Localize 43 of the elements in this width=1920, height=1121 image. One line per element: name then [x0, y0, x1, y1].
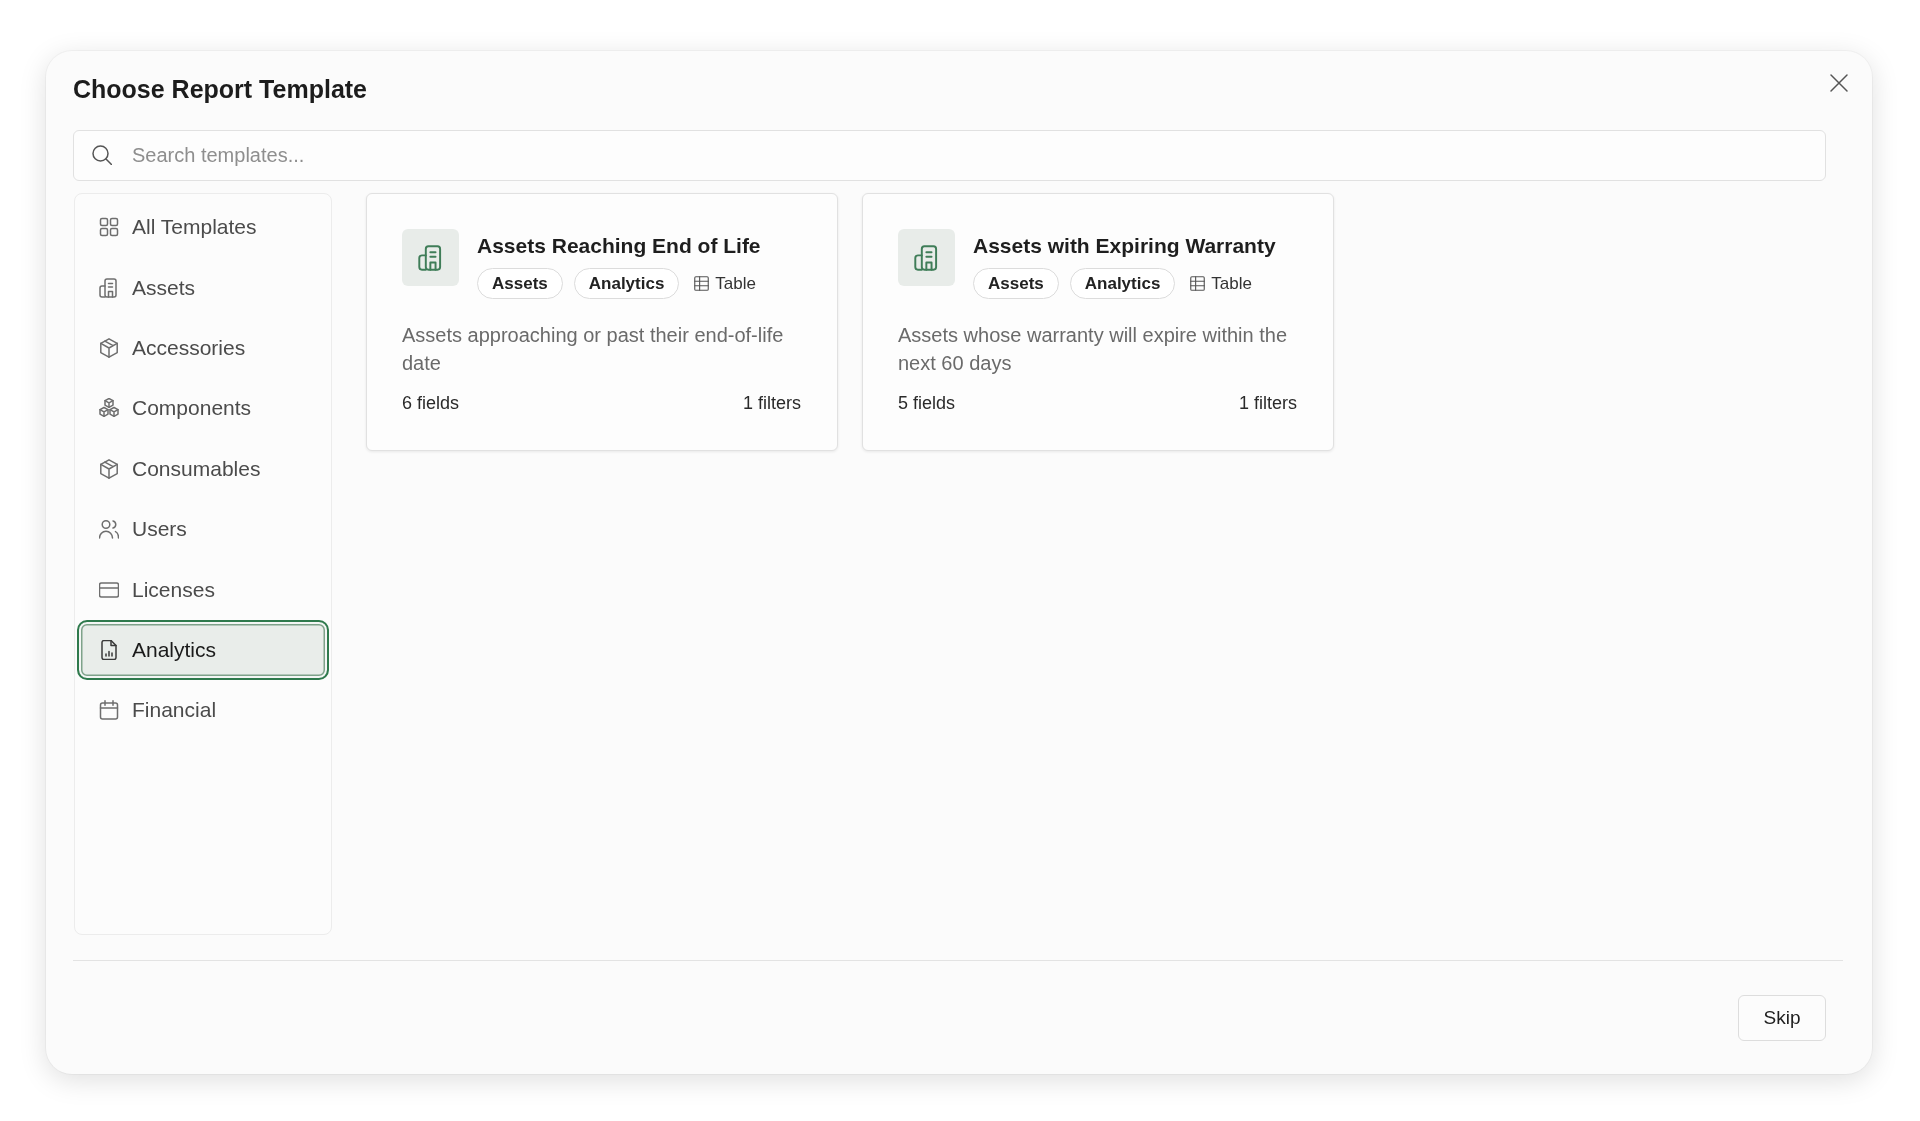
box-icon	[99, 458, 119, 479]
skip-button[interactable]: Skip	[1738, 995, 1826, 1041]
sidebar-item[interactable]: Accessories	[77, 317, 329, 379]
grid-icon	[99, 217, 119, 238]
calendar-icon	[99, 700, 119, 721]
building-icon	[402, 229, 459, 286]
boxes-icon	[99, 398, 119, 419]
dialog-title: Choose Report Template	[73, 74, 368, 105]
users-icon	[99, 519, 119, 540]
box-icon	[99, 337, 119, 358]
field-count: 6 fields	[402, 392, 460, 414]
sidebar-item[interactable]: All Templates	[77, 197, 329, 258]
field-count: 5 fields	[898, 392, 956, 414]
sidebar-item[interactable]: Licenses	[77, 559, 329, 620]
card-title: Assets Reaching End of Life	[477, 233, 761, 259]
sidebar-item[interactable]: Consumables	[77, 438, 329, 499]
card-description: Assets approaching or past their end-of-life date	[402, 323, 785, 376]
search-icon	[92, 145, 112, 165]
tag: Assets	[973, 268, 1059, 299]
sidebar-item[interactable]: Financial	[77, 680, 329, 741]
chart-document-icon	[99, 639, 119, 660]
tag: Assets	[477, 268, 563, 299]
format-label: Table	[715, 273, 756, 294]
tag: Analytics	[573, 268, 680, 299]
card-title: Assets with Expiring Warranty	[973, 233, 1276, 259]
sidebar-item[interactable]: Assets	[77, 257, 329, 318]
format-label: Table	[1211, 273, 1252, 294]
table-icon	[694, 276, 710, 291]
building-icon	[898, 229, 955, 286]
sidebar-item[interactable]: Components	[77, 378, 329, 439]
template-card[interactable]: Assets Reaching End of Life Assets Analytics Table Assets approaching or past their end-of-life date 6 fields 1 filters	[366, 193, 838, 451]
template-card[interactable]: Assets with Expiring Warranty Assets Analytics Table Assets whose warranty will expire within the next 60 days 5 fields 1 filters	[862, 193, 1334, 451]
building-icon	[99, 277, 119, 298]
card-description: Assets whose warranty will expire within the next 60 days	[898, 323, 1289, 376]
sidebar-item[interactable]: Analytics	[77, 619, 329, 681]
close-icon	[1829, 73, 1849, 93]
filter-count: 1 filters	[1238, 392, 1297, 414]
filter-count: 1 filters	[742, 392, 801, 414]
sidebar-item[interactable]: Users	[77, 498, 329, 560]
search-field[interactable]: Search templates...	[73, 130, 1826, 181]
tag: Analytics	[1069, 268, 1176, 299]
card-icon	[99, 579, 119, 600]
table-icon	[1190, 276, 1206, 291]
